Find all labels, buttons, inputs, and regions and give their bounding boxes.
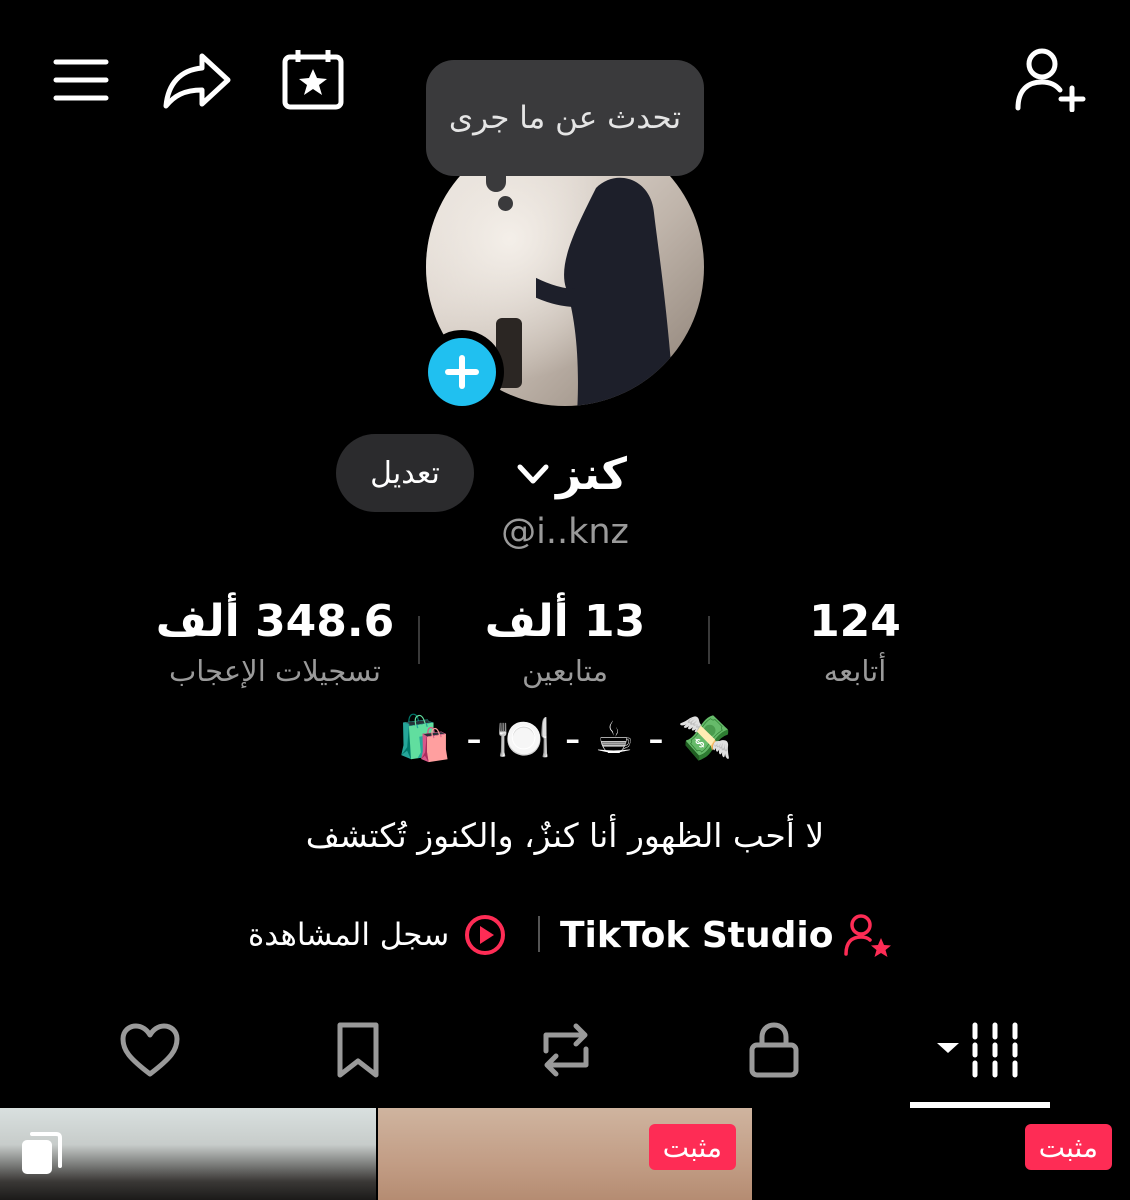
chevron-down-icon <box>517 464 549 484</box>
tab-saved[interactable] <box>288 1010 428 1090</box>
add-friend-icon[interactable] <box>1010 44 1090 114</box>
avatar-figure <box>536 177 675 406</box>
tab-videos[interactable] <box>910 1010 1050 1090</box>
repost-icon <box>543 1023 589 1077</box>
status-tooltip[interactable]: تحدث عن ما جرى <box>426 60 704 176</box>
followers-label: متابعين <box>521 654 608 688</box>
bio-text: لا أحب الظهور أنا كنزٌ، والكنوز تُكتشف <box>305 816 825 855</box>
stat-followers[interactable]: 13 ألف متابعين <box>470 596 660 688</box>
tab-private[interactable] <box>704 1010 844 1090</box>
account-switcher[interactable]: كنز <box>516 444 627 504</box>
plus-icon <box>428 338 496 406</box>
add-avatar-button[interactable] <box>420 330 504 414</box>
display-name: كنز <box>556 448 627 500</box>
watch-history-link[interactable]: سجل المشاهدة <box>248 906 507 964</box>
creator-star-icon <box>844 914 892 957</box>
lock-icon <box>749 1022 799 1078</box>
likes-count: 348.6 ألف <box>155 596 395 647</box>
likes-label: تسجيلات الإعجاب <box>169 654 381 688</box>
following-count: 124 <box>809 596 901 647</box>
play-circle-icon <box>465 915 506 955</box>
stat-likes[interactable]: 348.6 ألف تسجيلات الإعجاب <box>140 596 410 688</box>
bookmark-icon <box>337 1022 379 1078</box>
share-icon[interactable] <box>160 48 234 112</box>
tiktok-studio-link[interactable]: TikTok Studio <box>560 906 893 964</box>
bio-emoji-line: 🛍️ - 🍽️ - ☕ - 💸 <box>397 713 733 764</box>
following-label: أتابعه <box>823 654 887 688</box>
stat-following[interactable]: 124 أتابعه <box>760 596 950 688</box>
watch-history-label: سجل المشاهدة <box>248 917 450 953</box>
tab-reposts[interactable] <box>496 1010 636 1090</box>
video-thumbnail[interactable] <box>0 1108 376 1200</box>
followers-count: 13 ألف <box>484 596 646 647</box>
tiktok-studio-label: TikTok Studio <box>560 914 834 956</box>
pinned-badge: مثبت <box>648 1124 736 1170</box>
video-thumbnail[interactable]: مثبت <box>378 1108 752 1200</box>
videos-grid-icon <box>937 1022 1018 1078</box>
pinned-badge: مثبت <box>1024 1124 1112 1170</box>
menu-icon[interactable] <box>48 52 114 108</box>
calendar-star-icon[interactable] <box>278 46 348 112</box>
stat-divider <box>708 616 710 664</box>
links-divider <box>538 916 540 952</box>
tab-liked[interactable] <box>80 1010 220 1090</box>
edit-profile-button[interactable]: تعديل <box>336 434 474 512</box>
username: @i..knz <box>501 512 629 552</box>
tooltip-dot <box>498 196 513 211</box>
multi-photo-icon <box>22 1132 62 1174</box>
stat-divider <box>418 616 420 664</box>
video-thumbnail[interactable]: مثبت <box>754 1108 1130 1200</box>
heart-icon <box>120 1023 180 1077</box>
